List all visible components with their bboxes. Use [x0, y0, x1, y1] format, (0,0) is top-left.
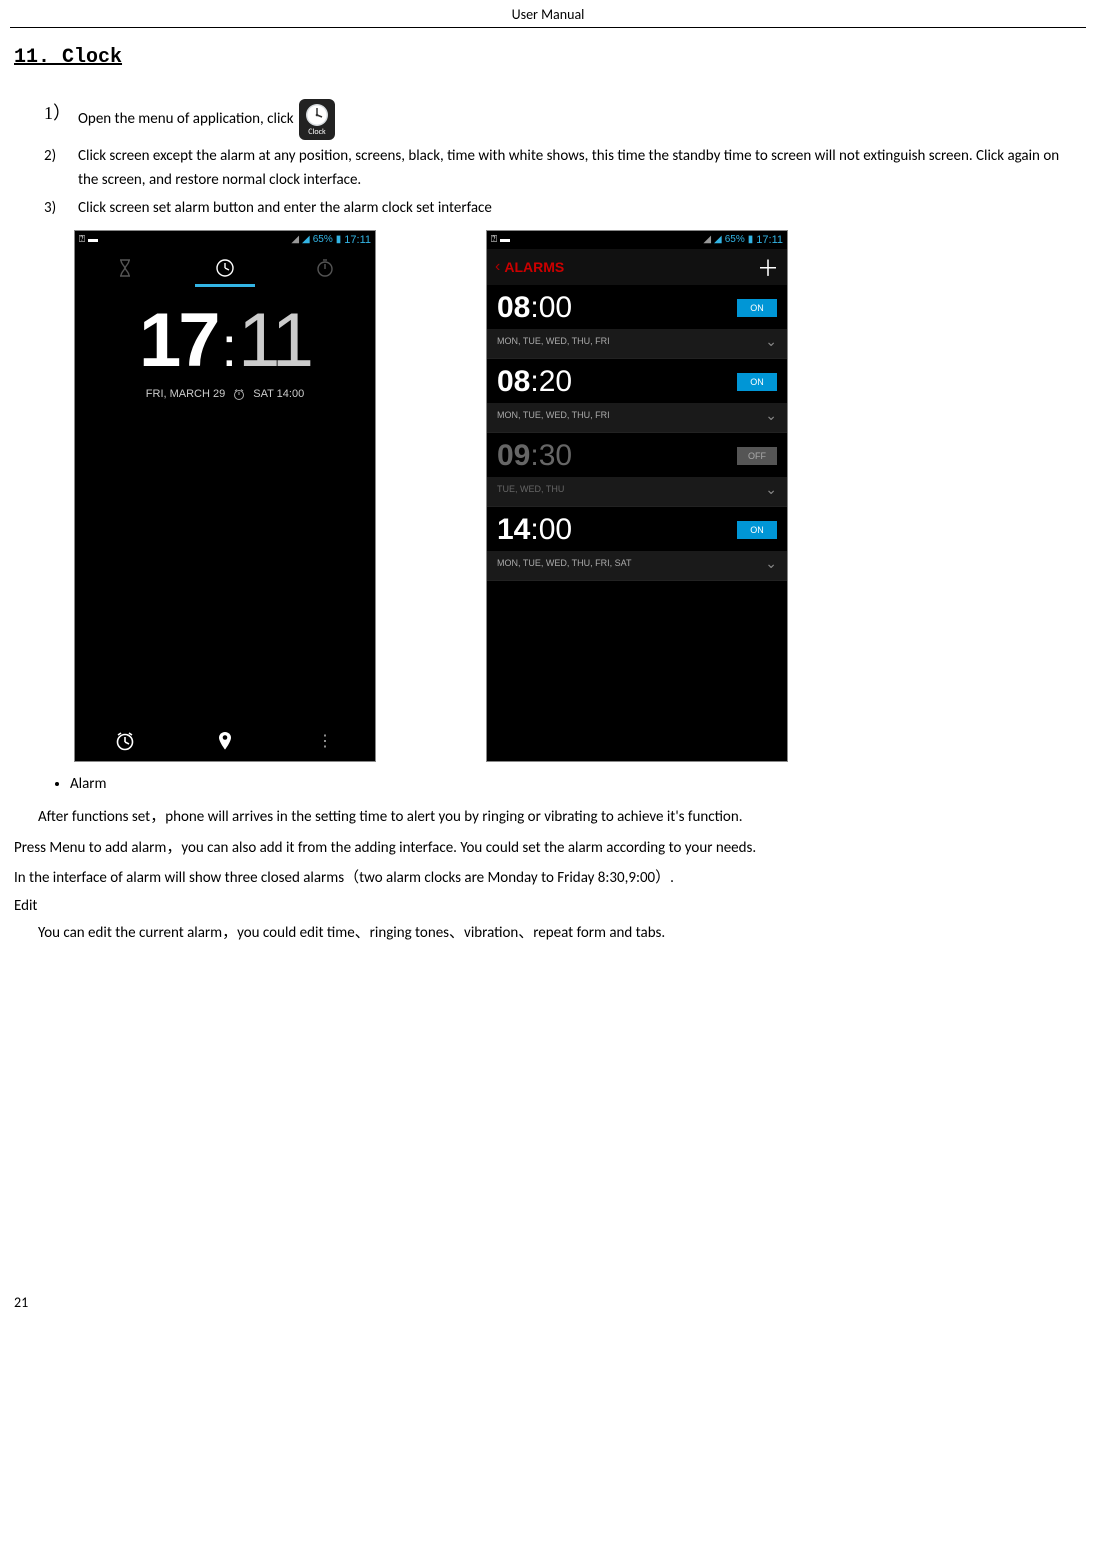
clock-tab-icon	[215, 258, 235, 278]
menu-button[interactable]: ⋮	[275, 721, 375, 761]
alarm-time: 14:00	[497, 513, 737, 547]
alarm-time: 09:30	[497, 439, 737, 473]
alarm-days[interactable]: MON, TUE, WED, THU, FRI ⌄	[487, 329, 787, 359]
alarm-list-icon	[114, 730, 136, 752]
para-1: After functions set，phone will arrives i…	[14, 803, 1082, 832]
alarm-time: 08:20	[497, 365, 737, 399]
para-3: In the interface of alarm will show thre…	[14, 864, 1082, 893]
pin-icon	[216, 730, 234, 752]
bullet-alarm: Alarm	[70, 772, 1082, 798]
status-bar: ⍰ ▬ ◢ ◢ 65% ▮ 17:11	[75, 231, 375, 249]
step-1-number: 1）	[44, 99, 71, 128]
tab-clock[interactable]	[175, 249, 275, 287]
step-2: 2) Click screen except the alarm at any …	[44, 144, 1082, 192]
signal-icon-2: ◢	[714, 234, 722, 245]
alarm-time: 08:00	[497, 291, 737, 325]
alarm-row[interactable]: 08:20ON	[487, 359, 787, 403]
para-4: You can edit the current alarm，you could…	[14, 919, 1082, 948]
signal-icon-1: ◢	[291, 234, 299, 245]
battery-fill-icon: ▮	[748, 234, 754, 245]
screenshot-clock-main: ⍰ ▬ ◢ ◢ 65% ▮ 17:11	[74, 230, 376, 762]
alarm-list-button[interactable]	[75, 721, 175, 761]
back-icon[interactable]: ‹	[495, 258, 500, 276]
step-1: 1） Open the menu of application, click C…	[44, 99, 1082, 140]
step-1-text-a: Open the menu of application, click	[78, 110, 294, 128]
menu-dots-icon: ⋮	[317, 731, 333, 751]
status-time: 17:11	[344, 234, 371, 246]
battery-fill-icon: ▮	[336, 234, 342, 245]
page-header: User Manual	[10, 0, 1086, 28]
main-clock-date: FRI, MARCH 29	[146, 388, 225, 400]
battery-icon: ▬	[88, 234, 98, 245]
edit-heading: Edit	[14, 897, 1082, 915]
alarm-days[interactable]: TUE, WED, THU ⌄	[487, 477, 787, 507]
clock-tabs	[75, 249, 375, 287]
page-number: 21	[14, 1294, 28, 1311]
para-2: Press Menu to add alarm，you can also add…	[14, 834, 1082, 863]
step-3: 3) Click screen set alarm button and ent…	[44, 196, 1082, 220]
hourglass-icon	[116, 257, 134, 279]
clock-app-icon: Clock	[299, 99, 335, 140]
alarm-days-text: TUE, WED, THU	[497, 484, 564, 494]
alarms-title: ALARMS	[504, 259, 757, 275]
alarm-indicator-icon	[233, 388, 245, 400]
battery-percent: 65%	[725, 234, 745, 245]
add-alarm-button[interactable]: ＋	[757, 251, 779, 283]
step-2-number: 2)	[44, 144, 56, 168]
alarm-toggle[interactable]: ON	[737, 521, 777, 539]
chevron-down-icon: ⌄	[765, 555, 777, 572]
tab-stopwatch[interactable]	[275, 249, 375, 287]
section-title: 11. Clock	[14, 46, 1082, 69]
clock-icon-label: Clock	[302, 126, 332, 139]
status-bar-2: ⍰ ▬ ◢ ◢ 65% ▮ 17:11	[487, 231, 787, 249]
step-2-text: Click screen except the alarm at any pos…	[78, 147, 1059, 189]
battery-icon: ▬	[500, 234, 510, 245]
signal-icon-1: ◢	[703, 234, 711, 245]
chevron-down-icon: ⌄	[765, 407, 777, 424]
alarm-days-text: MON, TUE, WED, THU, FRI	[497, 410, 610, 420]
alarm-days[interactable]: MON, TUE, WED, THU, FRI, SAT ⌄	[487, 551, 787, 581]
battery-percent: 65%	[313, 234, 333, 245]
debug-icon: ⍰	[491, 234, 497, 245]
alarm-toggle[interactable]: OFF	[737, 447, 777, 465]
alarm-row[interactable]: 08:00ON	[487, 285, 787, 329]
signal-icon-2: ◢	[302, 234, 310, 245]
main-clock-time: 17:11	[75, 297, 375, 384]
main-clock-hours: 17	[139, 298, 218, 383]
status-time: 17:11	[756, 234, 783, 246]
alarm-days[interactable]: MON, TUE, WED, THU, FRI ⌄	[487, 403, 787, 433]
alarm-days-text: MON, TUE, WED, THU, FRI	[497, 336, 610, 346]
alarm-days-text: MON, TUE, WED, THU, FRI, SAT	[497, 558, 632, 568]
main-clock-minutes: 11	[238, 298, 311, 383]
alarm-toggle[interactable]: ON	[737, 373, 777, 391]
alarm-row[interactable]: 14:00ON	[487, 507, 787, 551]
next-alarm-text: SAT 14:00	[253, 388, 304, 400]
tab-timer[interactable]	[75, 249, 175, 287]
chevron-down-icon: ⌄	[765, 333, 777, 350]
screenshot-alarms-list: ⍰ ▬ ◢ ◢ 65% ▮ 17:11 ‹ ALARMS ＋ 08:00ONMO…	[486, 230, 788, 762]
step-3-text: Click screen set alarm button and enter …	[78, 199, 492, 217]
alarm-row[interactable]: 09:30OFF	[487, 433, 787, 477]
location-button[interactable]	[175, 721, 275, 761]
stopwatch-icon	[315, 258, 335, 278]
debug-icon: ⍰	[79, 234, 85, 245]
chevron-down-icon: ⌄	[765, 481, 777, 498]
step-3-number: 3)	[44, 196, 56, 220]
alarm-toggle[interactable]: ON	[737, 299, 777, 317]
